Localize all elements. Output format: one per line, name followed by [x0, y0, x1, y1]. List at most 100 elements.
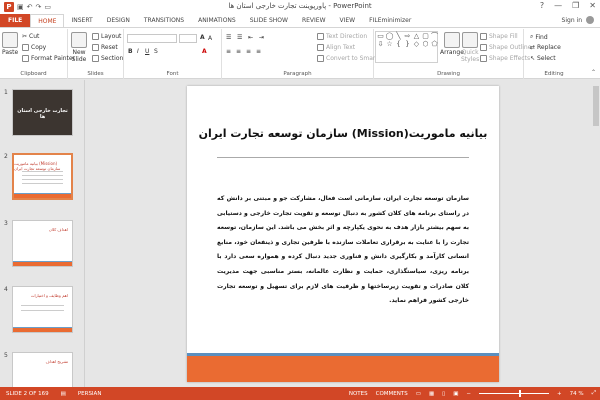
- paste-button[interactable]: Paste: [2, 32, 18, 56]
- zoom-slider-thumb[interactable]: [519, 390, 521, 397]
- collapse-ribbon-icon[interactable]: ⌃: [591, 69, 596, 76]
- restore-icon[interactable]: ❐: [572, 1, 579, 10]
- tab-home[interactable]: HOME: [30, 14, 65, 27]
- cut-button[interactable]: ✂ Cut: [22, 33, 39, 40]
- pentagon-shape-icon[interactable]: ⬠: [431, 40, 437, 48]
- language-indicator[interactable]: PERSIAN: [78, 391, 102, 397]
- numbering-button[interactable]: ☰: [237, 34, 242, 41]
- star-shape-icon[interactable]: ☆: [386, 40, 392, 48]
- slide-thumbnail-3[interactable]: اهداف کلان: [12, 220, 73, 267]
- zoom-level[interactable]: 74 %: [570, 391, 584, 397]
- oval-shape-icon[interactable]: ◯: [386, 32, 394, 40]
- zoom-out-icon[interactable]: −: [466, 391, 471, 397]
- arrow-shape-icon[interactable]: ⇨: [405, 32, 411, 40]
- shape-fill-button[interactable]: Shape Fill: [480, 33, 518, 40]
- comments-button[interactable]: COMMENTS: [376, 391, 408, 397]
- avatar[interactable]: [586, 16, 594, 24]
- sign-in-link[interactable]: Sign in: [562, 17, 582, 24]
- slide-thumbnail-1[interactable]: تجارت خارجی استان ها: [12, 89, 73, 136]
- slide-thumbnail-2[interactable]: بیانیه ماموریت (Mission) سازمان توسعه تج…: [12, 153, 73, 200]
- slide-thumbnail-5[interactable]: تشریح اهداف: [12, 352, 73, 387]
- section-button[interactable]: Section: [92, 55, 123, 62]
- scrollbar-thumb[interactable]: [593, 86, 599, 126]
- normal-view-icon[interactable]: ▭: [416, 391, 421, 397]
- save-icon[interactable]: ▣: [17, 3, 24, 11]
- zoom-in-icon[interactable]: +: [557, 391, 562, 397]
- font-name-combo[interactable]: [127, 34, 177, 43]
- diamond-shape-icon[interactable]: ◇: [414, 40, 419, 48]
- start-icon[interactable]: ▭: [44, 3, 51, 11]
- text-direction-button[interactable]: Text Direction: [317, 33, 367, 40]
- reset-button[interactable]: Reset: [92, 44, 118, 51]
- notes-button[interactable]: NOTES: [349, 391, 368, 397]
- vertical-scrollbar[interactable]: [592, 80, 600, 387]
- rounded-rect-shape-icon[interactable]: ▢: [422, 32, 429, 40]
- find-button[interactable]: ⌕ Find: [530, 33, 548, 41]
- quick-styles-label-2: Styles: [461, 56, 480, 63]
- tab-fileminimizer[interactable]: FILEminimizer: [362, 14, 418, 27]
- replace-button[interactable]: ⇄ Replace: [530, 44, 561, 51]
- zoom-slider[interactable]: [479, 390, 549, 397]
- hexagon-shape-icon[interactable]: ⬡: [422, 40, 428, 48]
- font-size-combo[interactable]: [179, 34, 197, 43]
- slide-body-text[interactable]: سازمان توسعه تجارت ایران، سازمانی است فع…: [217, 192, 469, 309]
- layout-button[interactable]: Layout: [92, 33, 121, 40]
- line-shape-icon[interactable]: ╲: [396, 32, 400, 40]
- minimize-icon[interactable]: —: [554, 1, 562, 10]
- shapes-gallery[interactable]: ▭ ◯ ╲ ⇨ △ ▢ ⌒ ⇩ ☆ { } ◇ ⬡ ⬠: [375, 31, 438, 63]
- select-label: Select: [537, 55, 556, 62]
- arrow-down-shape-icon[interactable]: ⇩: [378, 40, 384, 48]
- brace-shape-icon[interactable]: }: [405, 40, 409, 48]
- tab-animations[interactable]: ANIMATIONS: [191, 14, 243, 27]
- bold-button[interactable]: B: [128, 48, 133, 55]
- align-center-button[interactable]: ≡: [236, 48, 241, 55]
- quick-styles-button[interactable]: Quick Styles: [461, 32, 479, 63]
- italic-button[interactable]: I: [137, 48, 139, 55]
- underline-button[interactable]: U: [145, 48, 149, 55]
- shrink-font-button[interactable]: A: [208, 35, 212, 42]
- slideshow-icon[interactable]: ▣: [453, 391, 458, 397]
- align-text-button[interactable]: Align Text: [317, 44, 355, 51]
- strikethrough-button[interactable]: S: [154, 48, 158, 55]
- rectangle-shape-icon[interactable]: ▭: [377, 32, 384, 40]
- shape-fill-label: Shape Fill: [489, 33, 518, 40]
- slide-thumbnails-pane[interactable]: 1 تجارت خارجی استان ها 2 بیانیه ماموریت …: [0, 80, 85, 387]
- thumbnail-line: [22, 183, 63, 184]
- fit-slide-icon[interactable]: ⤢: [592, 390, 596, 397]
- justify-button[interactable]: ≡: [256, 48, 261, 55]
- tab-transitions[interactable]: TRANSITIONS: [137, 14, 191, 27]
- tab-slideshow[interactable]: SLIDE SHOW: [243, 14, 295, 27]
- spell-check-icon[interactable]: ▤: [61, 391, 66, 397]
- font-color-button[interactable]: A: [202, 48, 207, 55]
- bullets-button[interactable]: ☰: [226, 34, 231, 41]
- tab-file[interactable]: FILE: [0, 14, 31, 27]
- undo-icon[interactable]: ↶: [27, 3, 33, 11]
- tab-design[interactable]: DESIGN: [100, 14, 137, 27]
- triangle-shape-icon[interactable]: △: [414, 32, 419, 40]
- slide-editing-area[interactable]: بیانیه ماموریت(Mission) سازمان توسعه تجا…: [86, 80, 592, 387]
- current-slide[interactable]: بیانیه ماموریت(Mission) سازمان توسعه تجا…: [187, 86, 499, 382]
- bracket-shape-icon[interactable]: {: [396, 40, 400, 48]
- redo-icon[interactable]: ↷: [36, 3, 42, 11]
- reading-view-icon[interactable]: ▯: [442, 391, 445, 397]
- grow-font-button[interactable]: A: [200, 34, 205, 41]
- quick-access-toolbar: P ▣ ↶ ↷ ▭: [0, 1, 51, 12]
- decrease-indent-button[interactable]: ⇤: [248, 34, 253, 41]
- slide-title[interactable]: بیانیه ماموریت(Mission) سازمان توسعه تجا…: [197, 127, 489, 140]
- tab-insert[interactable]: INSERT: [64, 14, 99, 27]
- outdent-icon: ⇤: [248, 34, 254, 41]
- copy-button[interactable]: Copy: [22, 44, 46, 51]
- shape-effects-button[interactable]: Shape Effects: [480, 55, 530, 62]
- align-left-button[interactable]: ≡: [226, 48, 231, 55]
- help-icon[interactable]: ?: [540, 1, 544, 10]
- align-right-button[interactable]: ≡: [246, 48, 251, 55]
- select-button[interactable]: ↖ Select: [530, 55, 556, 62]
- slide-thumbnail-4[interactable]: اهم وظایف و اختیارات: [12, 286, 73, 333]
- increase-indent-button[interactable]: ⇥: [259, 34, 264, 41]
- close-icon[interactable]: ✕: [589, 1, 596, 10]
- scissors-icon: ✂: [22, 33, 28, 40]
- tab-view[interactable]: VIEW: [333, 14, 363, 27]
- new-slide-button[interactable]: New Slide: [71, 32, 87, 63]
- slide-sorter-icon[interactable]: ▦: [429, 391, 434, 397]
- tab-review[interactable]: REVIEW: [295, 14, 333, 27]
